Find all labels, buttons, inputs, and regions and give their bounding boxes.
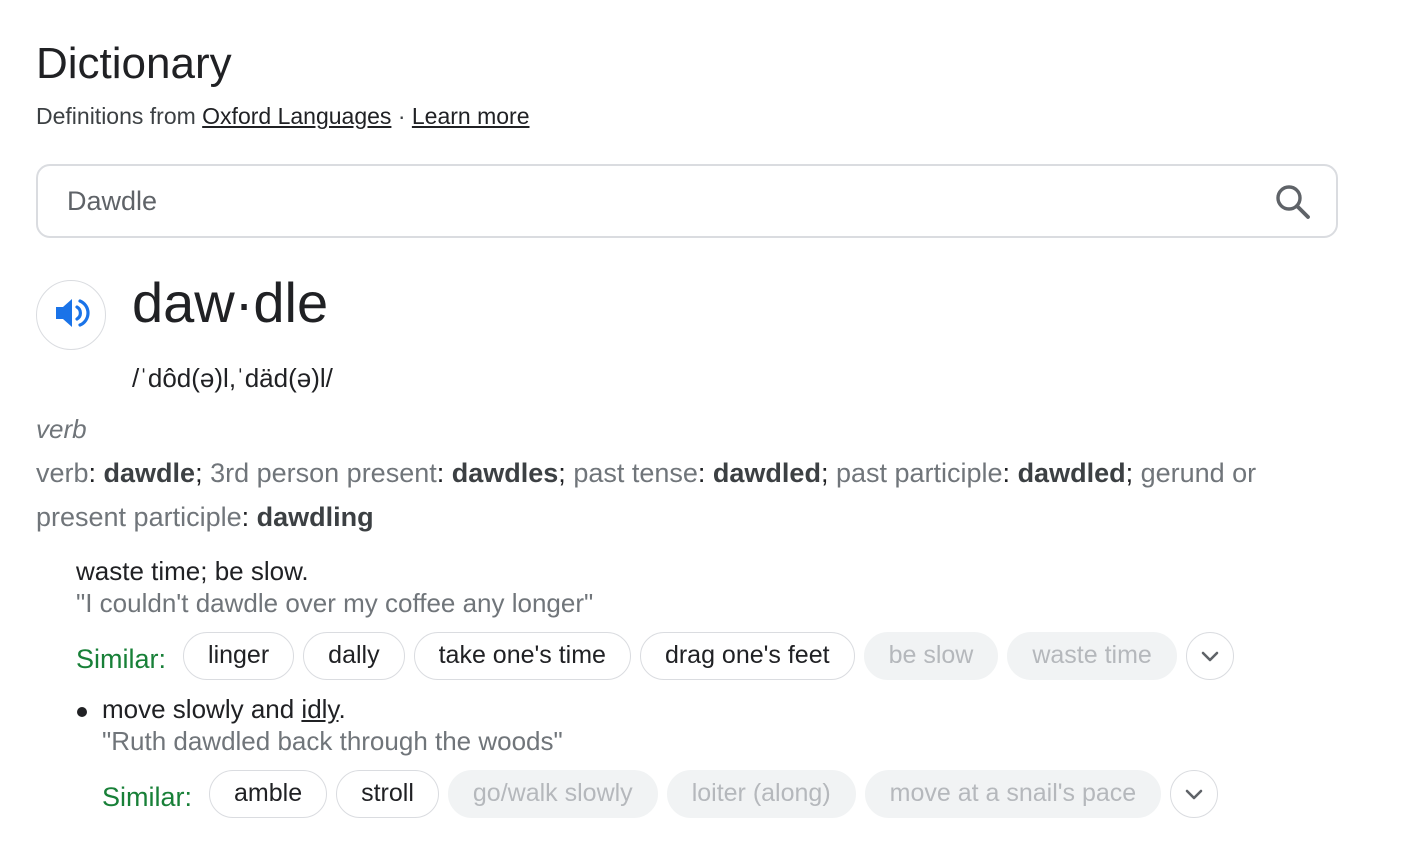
speaker-icon [52,294,90,337]
sense-2-similar-row: Similar: amble stroll go/walk slowly loi… [102,770,1219,818]
similar-chip-dally[interactable]: dally [303,632,405,680]
similar-chip-amble[interactable]: amble [209,770,328,818]
similar-label: Similar: [102,781,193,812]
similar-chip-go-walk-slowly[interactable]: go/walk slowly [447,770,658,818]
search-input[interactable]: Dawdle [67,166,157,236]
form-value: dawdling [256,502,374,532]
chevron-down-icon [1201,651,1219,662]
expand-similar-button[interactable] [1170,770,1219,818]
pronunciation-audio-button[interactable] [36,280,106,350]
form-label: verb [36,458,89,488]
similar-chip-linger[interactable]: linger [183,632,295,680]
part-of-speech: verb [36,414,87,444]
form-label: past participle [835,458,1003,488]
form-label: 3rd person present [210,458,437,488]
form-value: dawdle [103,458,196,488]
similar-chip-drag-ones-feet[interactable]: drag one's feet [639,632,855,680]
chevron-down-icon [1185,789,1203,800]
source-prefix: Definitions from [36,103,196,129]
oxford-languages-link[interactable]: Oxford Languages [202,103,391,129]
source-line: Definitions from Oxford Languages · Lear… [36,101,530,131]
form-value: dawdles [451,458,559,488]
similar-chip-take-ones-time[interactable]: take one's time [413,632,631,680]
form-label: past tense [573,458,698,488]
search-box[interactable]: Dawdle [36,164,1338,238]
similar-chip-be-slow[interactable]: be slow [863,632,999,680]
phonetic-spelling: /ˈdôd(ə)l,ˈdäd(ə)l/ [132,363,333,393]
list-bullet [77,707,87,717]
page-title: Dictionary [36,39,232,88]
sense-2-example: "Ruth dawdled back through the woods" [102,726,563,756]
sense-1-example: "I couldn't dawdle over my coffee any lo… [76,588,594,618]
similar-chip-stroll[interactable]: stroll [336,770,439,818]
idly-link[interactable]: idly [301,694,338,724]
headword: daw·dle [132,271,329,334]
form-value: dawdled [1017,458,1126,488]
similar-chip-move-at-a-snails-pace[interactable]: move at a snail's pace [864,770,1162,818]
dictionary-panel: Dictionary Definitions from Oxford Langu… [0,0,1416,862]
inflected-forms: verb: dawdle; 3rd person present: dawdle… [36,458,1257,532]
definition-end: . [338,694,346,724]
separator: · [397,103,406,129]
form-value: dawdled [712,458,821,488]
sense-1-definition: waste time; be slow. [76,556,309,586]
similar-label: Similar: [76,643,167,674]
search-icon[interactable] [1274,183,1312,221]
learn-more-link[interactable]: Learn more [412,103,530,129]
sense-2-definition: move slowly and idly. [102,693,346,725]
similar-chip-waste-time[interactable]: waste time [1007,632,1177,680]
similar-chip-loiter-along[interactable]: loiter (along) [666,770,856,818]
definition-text: move slowly and [102,694,302,724]
expand-similar-button[interactable] [1185,632,1234,680]
sense-1-similar-row: Similar: linger dally take one's time dr… [76,632,1234,680]
